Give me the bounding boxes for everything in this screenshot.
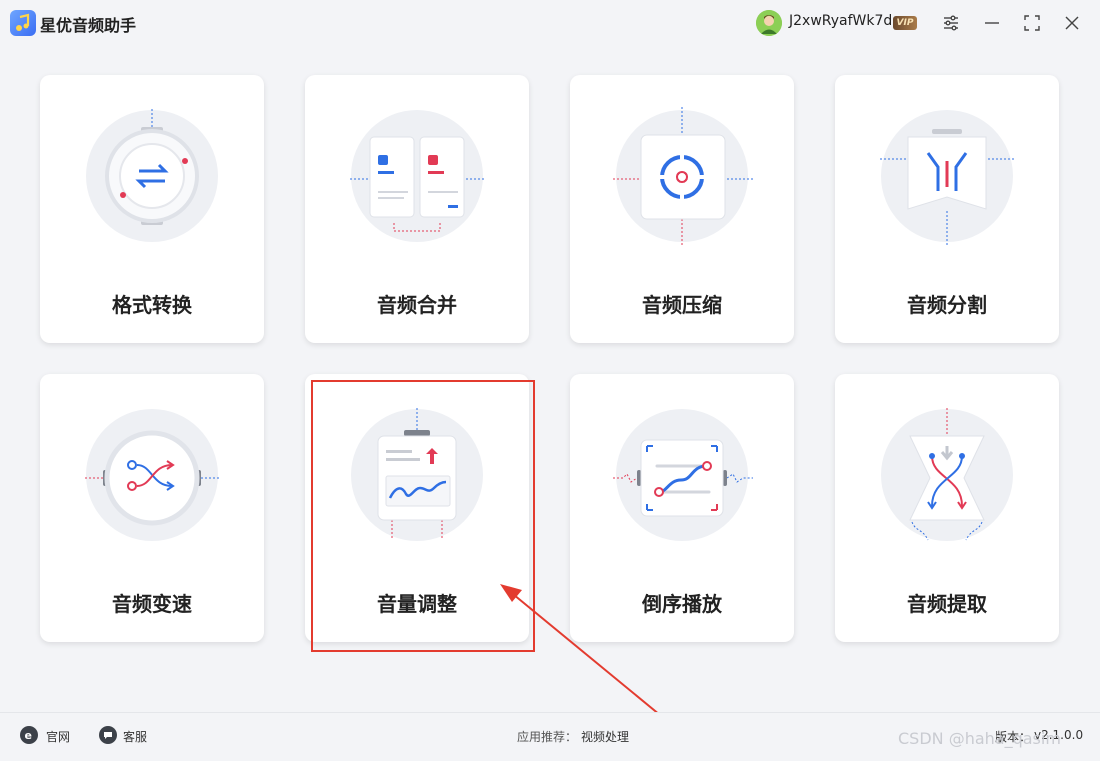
settings-icon[interactable] xyxy=(940,12,962,34)
support-icon[interactable] xyxy=(99,726,117,744)
avatar[interactable] xyxy=(756,10,782,36)
card-audio-merge[interactable]: 音频合并 xyxy=(305,75,529,343)
card-audio-speed[interactable]: 音频变速 xyxy=(40,374,264,642)
format-convert-icon xyxy=(77,101,227,251)
app-logo-icon xyxy=(10,10,36,36)
recommend-link[interactable]: 视频处理 xyxy=(581,728,629,745)
feature-label: 音频分割 xyxy=(907,293,987,317)
maximize-icon[interactable] xyxy=(1021,12,1043,34)
watermark: CSDN @haha_qasim xyxy=(898,729,1061,748)
svg-text:e: e xyxy=(25,729,32,742)
card-audio-split[interactable]: 音频分割 xyxy=(835,75,1059,343)
audio-merge-icon xyxy=(342,101,492,251)
username[interactable]: J2xwRyafWk7d xyxy=(789,13,892,29)
app-title: 星优音频助手 xyxy=(40,16,137,35)
card-format-convert[interactable]: 格式转换 xyxy=(40,75,264,343)
support-link[interactable]: 客服 xyxy=(123,728,147,745)
feature-label: 音频变速 xyxy=(112,592,192,616)
website-icon[interactable]: e xyxy=(20,726,38,744)
feature-label: 格式转换 xyxy=(112,293,192,317)
annotation-arrow-icon xyxy=(500,584,661,716)
website-link[interactable]: 官网 xyxy=(46,728,70,745)
audio-extract-icon xyxy=(872,400,1022,550)
audio-speed-icon xyxy=(77,400,227,550)
feature-label: 音频提取 xyxy=(907,592,987,616)
minimize-icon[interactable] xyxy=(981,12,1003,34)
recommend-label: 应用推荐： xyxy=(517,730,578,744)
feature-label: 音频合并 xyxy=(377,293,457,317)
close-icon[interactable] xyxy=(1061,12,1083,34)
title-bar: 星优音频助手 J2xwRyafWk7d VIP xyxy=(0,0,1100,46)
card-audio-compress[interactable]: 音频压缩 xyxy=(570,75,794,343)
vip-badge: VIP xyxy=(893,16,917,30)
audio-compress-icon xyxy=(607,101,757,251)
audio-split-icon xyxy=(872,101,1022,251)
feature-label: 音频压缩 xyxy=(642,293,722,317)
card-audio-extract[interactable]: 音频提取 xyxy=(835,374,1059,642)
reverse-play-icon xyxy=(607,400,757,550)
